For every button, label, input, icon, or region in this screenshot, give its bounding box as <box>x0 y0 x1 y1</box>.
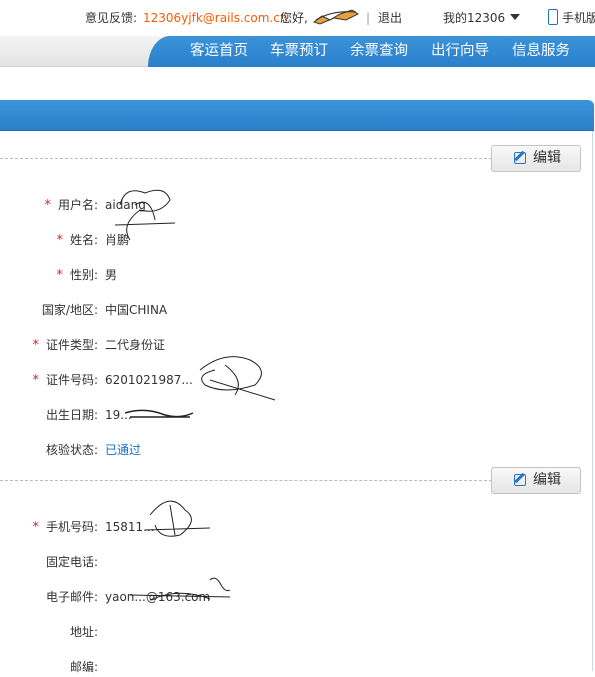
required-mark: * <box>32 520 39 535</box>
panel-header <box>0 100 594 131</box>
phone-icon <box>548 9 558 25</box>
field-label: 地址: <box>69 625 98 639</box>
row-id-type: * 证件类型: 二代身份证 <box>0 335 500 355</box>
field-label: 出生日期: <box>45 408 98 422</box>
row-id-number: * 证件号码: 6201021987... <box>0 370 500 390</box>
row-name: * 姓名: 肖鹏 <box>0 230 500 250</box>
birthdate-value: 19... <box>105 408 132 422</box>
section-divider <box>0 158 492 159</box>
row-address: 地址: <box>0 622 500 642</box>
field-label: 姓名: <box>69 233 98 247</box>
required-mark: * <box>32 373 39 388</box>
edit-label: 编辑 <box>533 472 561 488</box>
row-email: 电子邮件: yaon...@163.com <box>0 587 500 607</box>
row-birthdate: 出生日期: 19... <box>0 405 500 425</box>
field-label: 手机号码: <box>45 520 98 534</box>
edit-icon <box>514 474 526 486</box>
edit-contact-button[interactable]: 编辑 <box>491 467 581 494</box>
chevron-down-icon[interactable] <box>510 14 520 20</box>
field-label: 固定电话: <box>45 555 98 569</box>
my12306-menu[interactable]: 我的12306 <box>443 11 505 25</box>
main-nav: 客运首页 车票预订 余票查询 出行向导 信息服务 <box>148 36 595 67</box>
gender-value: 男 <box>105 268 118 282</box>
field-label: 证件号码: <box>45 373 98 387</box>
row-username: * 用户名: aidang <box>0 195 500 215</box>
field-label: 性别: <box>69 268 98 282</box>
row-verify-status: 核验状态: 已通过 <box>0 440 500 460</box>
username-value: aidang <box>105 198 146 212</box>
row-postcode: 邮编: <box>0 657 500 677</box>
greeting-text: 您好, <box>280 11 308 25</box>
mobile-value: 15811... <box>105 520 155 534</box>
field-label: 电子邮件: <box>45 590 98 604</box>
verify-status-link[interactable]: 已通过 <box>105 440 141 460</box>
edit-label: 编辑 <box>533 150 561 166</box>
required-mark: * <box>44 198 51 213</box>
required-mark: * <box>56 268 63 283</box>
name-value: 肖鹏 <box>105 233 130 247</box>
row-gender: * 性别: 男 <box>0 265 500 285</box>
edit-basic-button[interactable]: 编辑 <box>491 145 581 172</box>
mobile-version-link[interactable]: 手机版 <box>562 11 595 25</box>
row-landline: 固定电话: <box>0 552 500 572</box>
required-mark: * <box>56 233 63 248</box>
top-utility-bar: 意见反馈: 12306yjfk@rails.com.cn 您好, | 退出 我的… <box>0 0 595 36</box>
field-label: 证件类型: <box>45 338 98 352</box>
country-value: 中国CHINA <box>105 303 168 317</box>
field-label: 国家/地区: <box>41 303 98 317</box>
nav-item-booking[interactable]: 车票预订 <box>270 43 328 60</box>
nav-left-background <box>0 36 170 67</box>
id-type-value: 二代身份证 <box>105 338 166 352</box>
edit-icon <box>514 152 526 164</box>
section-divider <box>0 480 492 481</box>
email-value: yaon...@163.com <box>105 590 211 604</box>
nav-item-ticket-query[interactable]: 余票查询 <box>350 43 408 60</box>
id-number-value: 6201021987... <box>105 373 193 387</box>
required-mark: * <box>32 338 39 353</box>
row-country: 国家/地区: 中国CHINA <box>0 300 500 320</box>
redacted-username <box>312 6 360 28</box>
feedback-label: 意见反馈: <box>85 11 138 25</box>
field-label: 核验状态: <box>45 443 98 457</box>
field-label: 邮编: <box>69 660 98 674</box>
separator: | <box>366 11 371 25</box>
feedback-email-link[interactable]: 12306yjfk@rails.com.cn <box>143 11 287 25</box>
field-label: 用户名: <box>57 198 98 212</box>
nav-item-info-service[interactable]: 信息服务 <box>512 43 570 60</box>
row-mobile: * 手机号码: 15811... <box>0 517 500 537</box>
nav-item-home[interactable]: 客运首页 <box>190 43 248 60</box>
logout-link[interactable]: 退出 <box>378 11 402 25</box>
nav-item-travel-guide[interactable]: 出行向导 <box>431 43 489 60</box>
